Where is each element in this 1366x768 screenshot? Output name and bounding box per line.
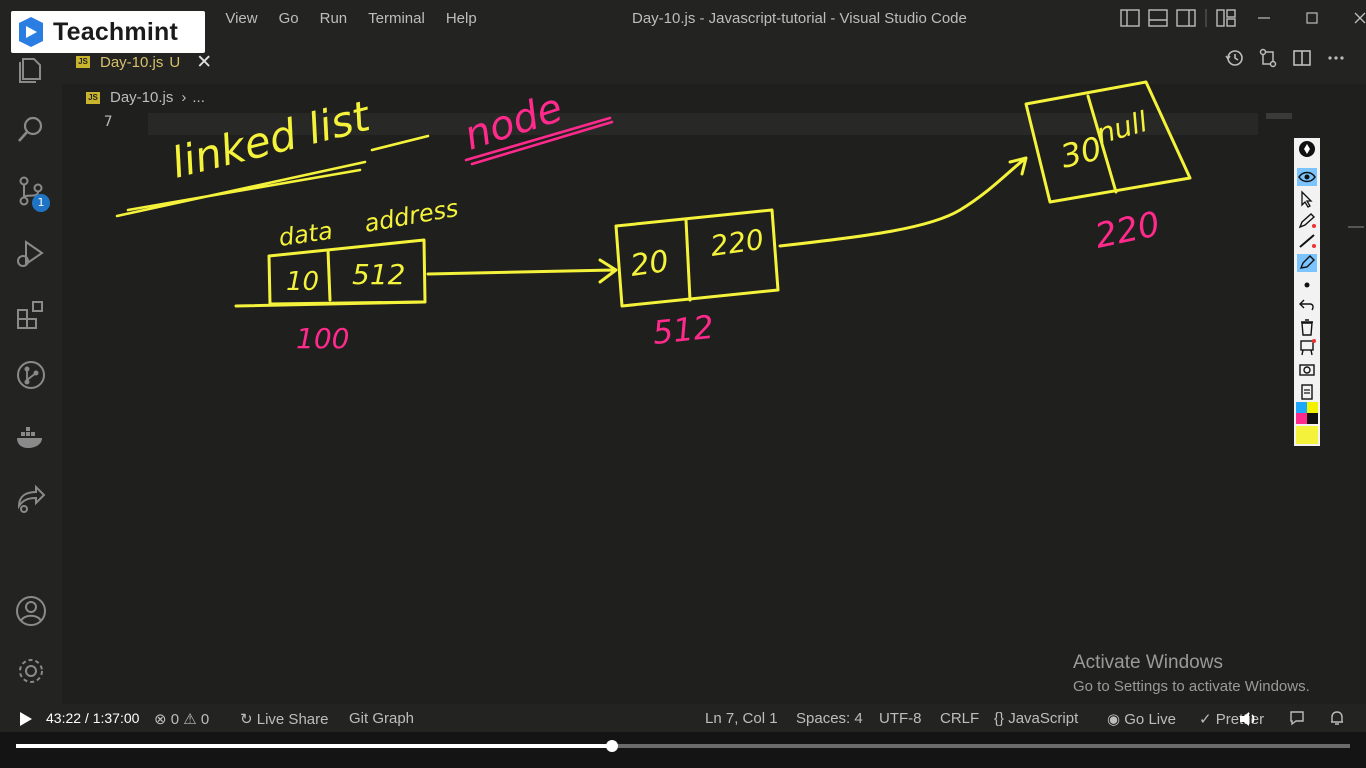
node1-label-data: data — [277, 217, 334, 252]
git-graph-status[interactable]: Git Graph — [349, 710, 414, 727]
go-live-label: Go Live — [1124, 711, 1176, 728]
indentation[interactable]: Spaces: 4 — [796, 710, 863, 727]
annotation-toolbar — [1294, 138, 1320, 446]
trash-icon[interactable] — [1297, 318, 1317, 336]
video-progress-handle[interactable] — [606, 740, 618, 752]
end-of-line[interactable]: CRLF — [940, 710, 979, 727]
problems-status[interactable]: ⊗ 0 ⚠ 0 — [154, 710, 209, 728]
node1-data: 10 — [286, 267, 319, 297]
cursor-position[interactable]: Ln 7, Col 1 — [705, 710, 778, 727]
annotation-canvas: linked list node data address 10 512 100… — [115, 80, 1192, 355]
node1-next: 512 — [352, 258, 405, 291]
notifications-bell-icon[interactable] — [1328, 709, 1346, 727]
check-icon: ✓ — [1199, 711, 1212, 728]
activate-windows-title: Activate Windows — [1073, 652, 1223, 673]
warning-icon: ⚠ — [183, 711, 197, 728]
clipboard-icon[interactable] — [1297, 382, 1317, 400]
video-progress-fill — [16, 744, 612, 748]
volume-icon[interactable] — [1238, 710, 1258, 728]
teachmint-logo: Teachmint — [11, 11, 205, 53]
activate-windows-watermark: Activate Windows Go to Settings to activ… — [1073, 652, 1310, 695]
node1-base-line — [234, 300, 424, 308]
pen-icon[interactable] — [1297, 212, 1317, 230]
pin-toolbar-icon[interactable] — [1297, 140, 1317, 158]
broadcast-icon: ◉ — [1107, 711, 1121, 728]
node3-next: null — [1093, 105, 1151, 151]
live-share-status[interactable]: ↻ Live Share — [240, 710, 328, 728]
node3-address: 220 — [1092, 204, 1164, 257]
camera-icon[interactable] — [1297, 360, 1317, 378]
language-label: JavaScript — [1008, 710, 1079, 727]
windows-taskbar — [0, 732, 1366, 768]
node1-address: 100 — [296, 322, 349, 355]
dot-icon[interactable] — [1297, 276, 1317, 294]
node1-label-address: address — [362, 194, 460, 238]
node2-address: 512 — [651, 308, 716, 352]
warning-count: 0 — [200, 711, 210, 728]
error-count: 0 — [170, 711, 180, 728]
highlighter-icon[interactable] — [1297, 254, 1317, 272]
encoding[interactable]: UTF-8 — [879, 710, 922, 727]
line-tool-icon[interactable] — [1297, 232, 1317, 250]
braces-icon: {} — [994, 710, 1005, 727]
status-bar: ⊗ 0 ⚠ 0 ↻ Live Share Git Graph Ln 7, Col… — [0, 704, 1366, 732]
node2-data: 20 — [628, 244, 671, 284]
go-live-button[interactable]: ◉ Go Live — [1107, 710, 1176, 728]
color-palette-icon[interactable] — [1296, 402, 1318, 424]
cursor-icon[interactable] — [1297, 190, 1317, 208]
feedback-icon[interactable] — [1288, 709, 1306, 727]
error-icon: ⊗ — [154, 711, 167, 728]
heading-underline-2 — [370, 134, 430, 152]
play-icon[interactable] — [18, 710, 34, 728]
teachmint-logo-text: Teachmint — [53, 17, 178, 46]
live-share-label: Live Share — [256, 711, 329, 728]
language-mode[interactable]: {} JavaScript — [994, 710, 1078, 727]
eye-icon[interactable] — [1297, 168, 1317, 186]
node2-divider — [684, 218, 692, 302]
arrow-node2-to-node3 — [778, 156, 1028, 248]
undo-icon[interactable] — [1297, 296, 1317, 314]
teachmint-logo-icon — [19, 17, 43, 47]
board-icon[interactable] — [1297, 338, 1317, 356]
current-color-swatch[interactable] — [1296, 426, 1318, 444]
node1-divider — [326, 248, 332, 302]
live-share-status-icon: ↻ — [240, 711, 253, 728]
heading-node: node — [459, 85, 568, 160]
video-time: 43:22 / 1:37:00 — [46, 710, 140, 726]
arrow-node1-to-node2 — [426, 258, 618, 284]
activate-windows-subtitle: Go to Settings to activate Windows. — [1073, 678, 1310, 695]
node2-next: 220 — [708, 223, 766, 263]
